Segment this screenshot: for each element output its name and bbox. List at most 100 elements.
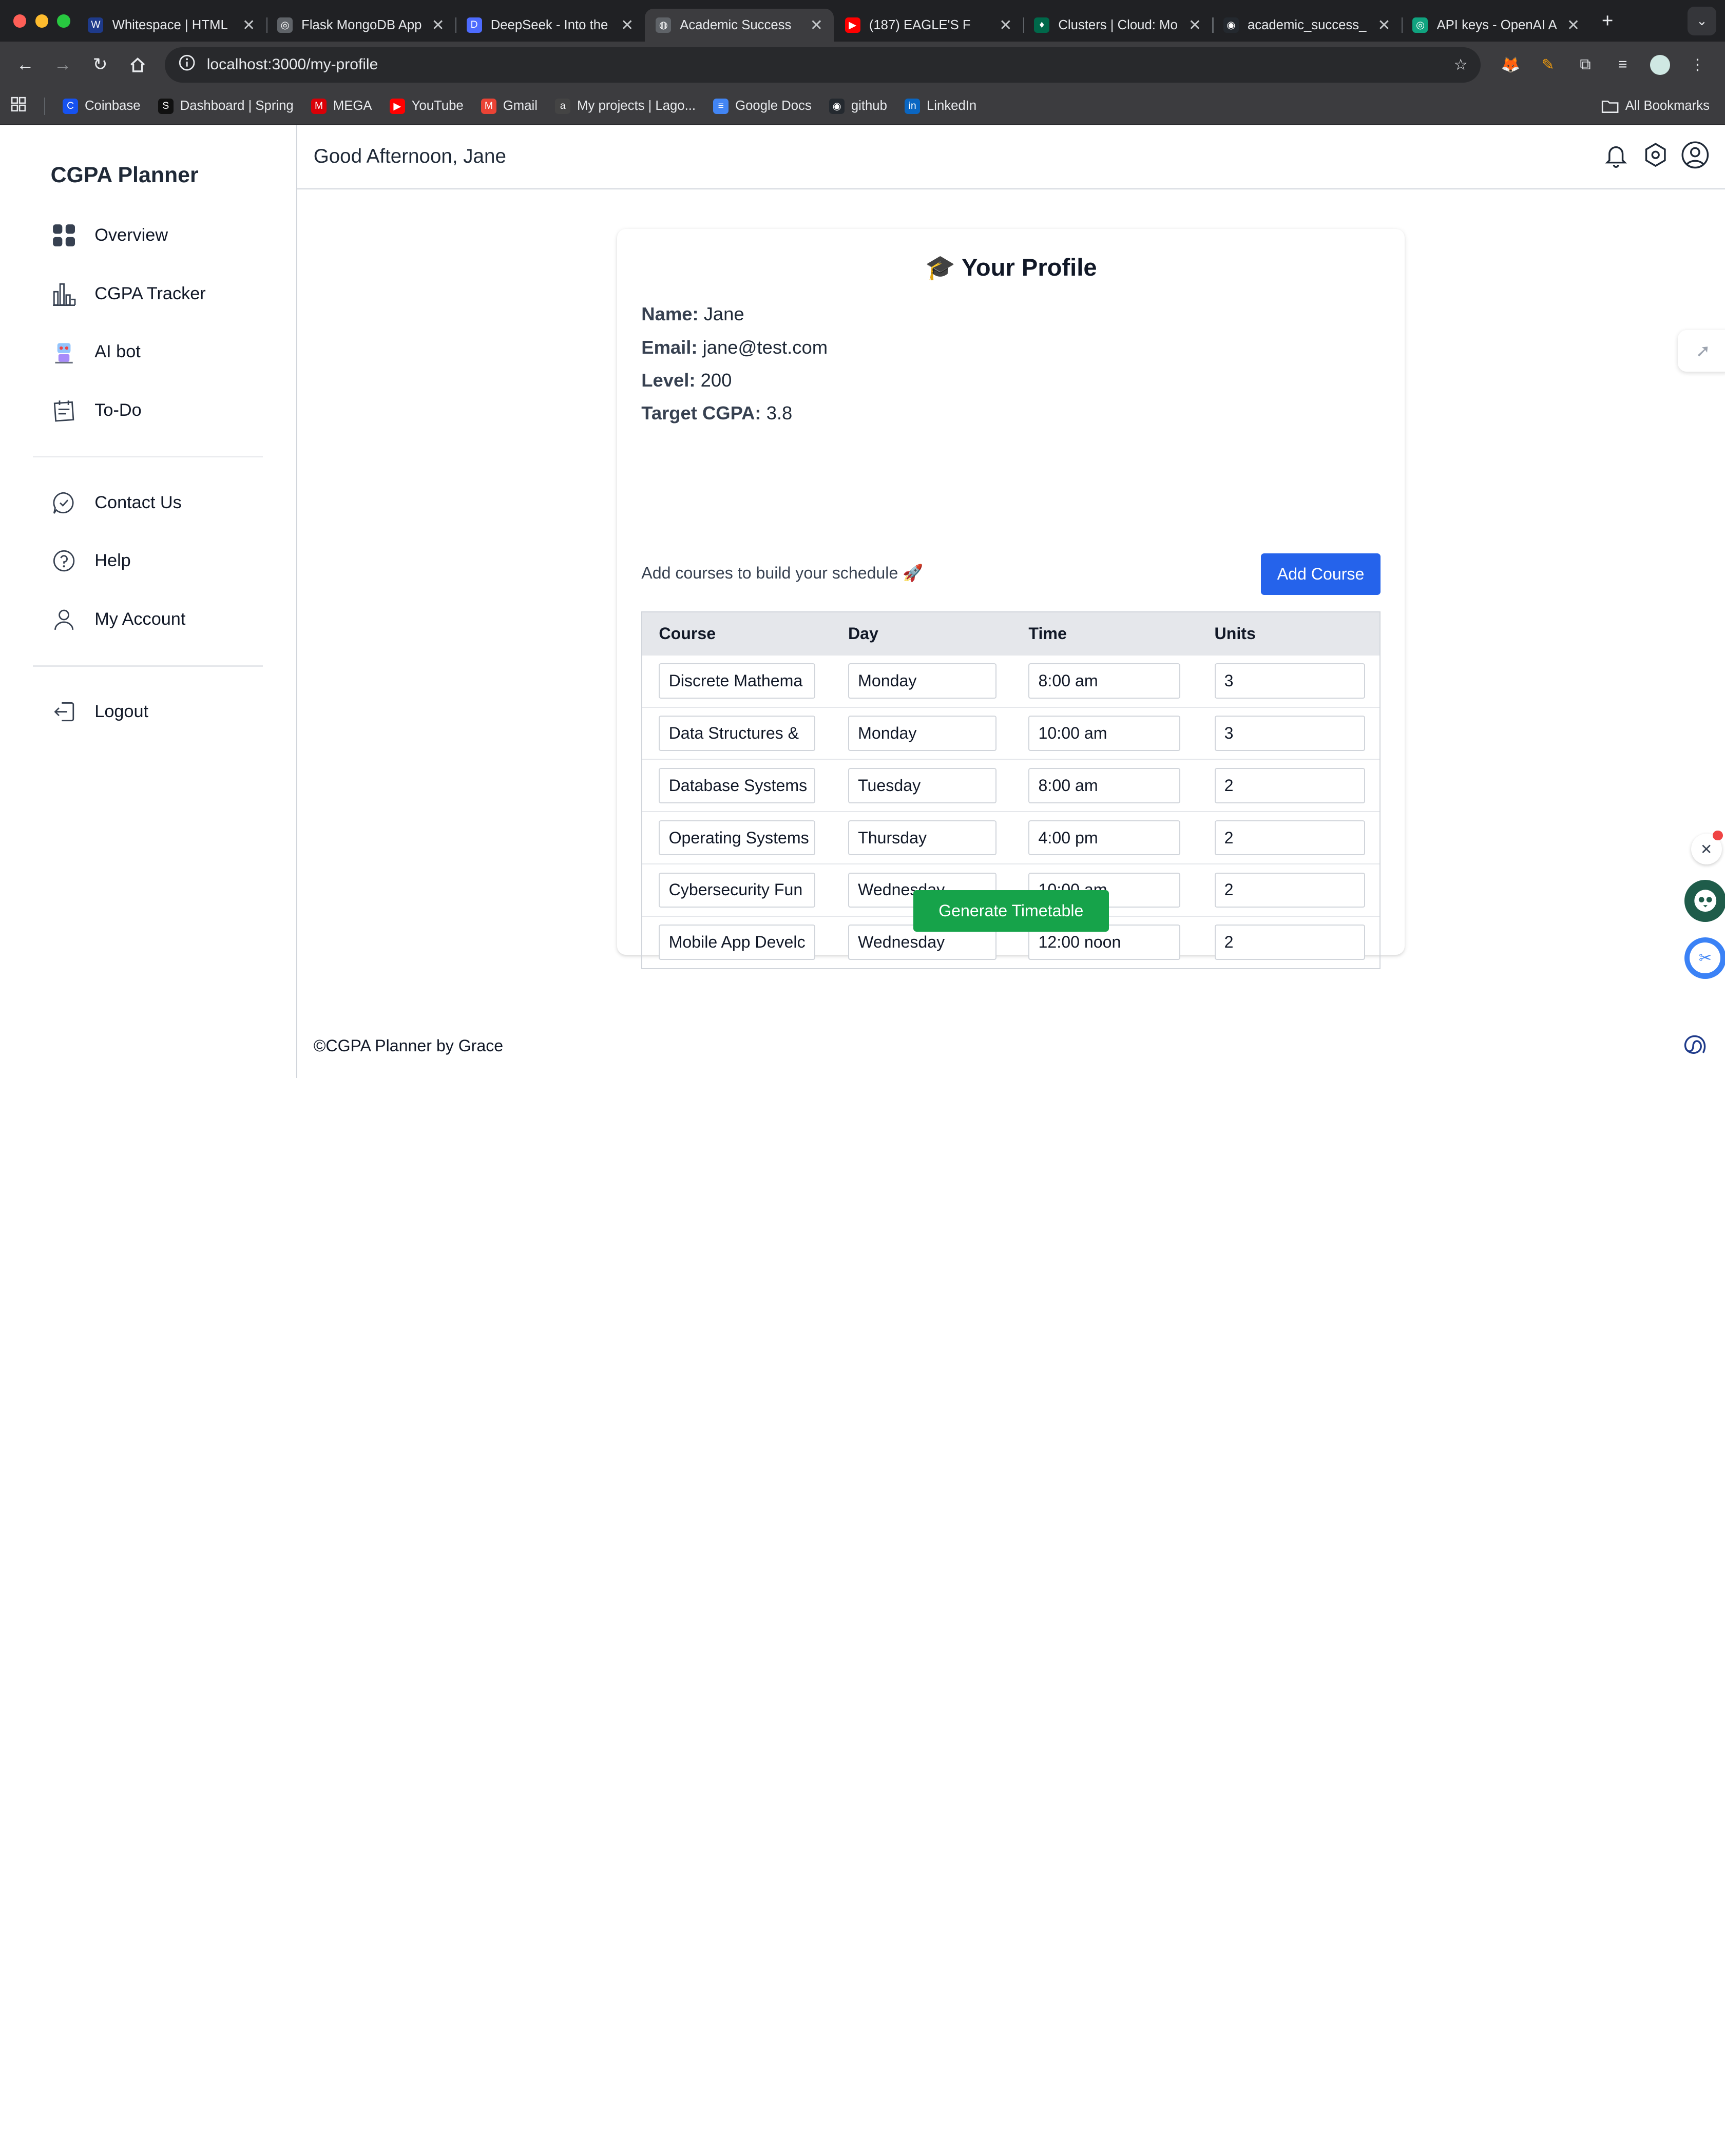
sidebar-item-to-do[interactable]: To-Do xyxy=(51,397,142,424)
units-input[interactable]: 2 xyxy=(1214,768,1366,803)
day-input[interactable]: Thursday xyxy=(848,820,997,856)
spiral-icon xyxy=(1684,1035,1706,1054)
all-bookmarks-label: All Bookmarks xyxy=(1625,99,1710,113)
tab-close-icon[interactable]: ✕ xyxy=(621,16,634,34)
metamask-extension-icon[interactable]: 🦊 xyxy=(1499,53,1523,77)
sidebar-item-cgpa-tracker[interactable]: CGPA Tracker xyxy=(51,280,206,306)
owl-icon xyxy=(1694,890,1716,912)
table-cell: 2 xyxy=(1196,925,1379,960)
maximize-window-button[interactable] xyxy=(57,14,71,28)
time-input[interactable]: 8:00 am xyxy=(1028,663,1181,699)
bookmark-item[interactable]: M MEGA xyxy=(311,98,372,114)
settings-icon[interactable] xyxy=(1641,141,1670,169)
browser-tab[interactable]: ▶ (187) EAGLE'S F ✕ xyxy=(834,9,1023,42)
profile-icon[interactable] xyxy=(1681,141,1710,169)
spiral-widget-button[interactable] xyxy=(1677,1030,1710,1063)
browser-tab[interactable]: W Whitespace | HTML ✕ xyxy=(77,9,266,42)
bookmark-label: YouTube xyxy=(411,99,464,113)
greeting-text: Good Afternoon, Jane xyxy=(313,145,506,168)
tab-close-icon[interactable]: ✕ xyxy=(810,16,823,34)
sidebar-item-contact-us[interactable]: Contact Us xyxy=(51,490,182,516)
units-input[interactable]: 2 xyxy=(1214,872,1366,908)
tab-close-icon[interactable]: ✕ xyxy=(242,16,255,34)
browser-tab[interactable]: ◎ API keys - OpenAI A ✕ xyxy=(1401,9,1591,42)
home-icon[interactable] xyxy=(121,48,154,81)
browser-tab[interactable]: D DeepSeek - Into the ✕ xyxy=(455,9,645,42)
browser-tab[interactable]: ◍ Academic Success ✕ xyxy=(644,9,834,42)
back-icon[interactable]: ← xyxy=(9,48,42,81)
bookmark-list: C Coinbase S Dashboard | Spring M MEGA ▶ YouTub… xyxy=(63,98,976,114)
course-input[interactable]: Data Structures & xyxy=(659,716,815,751)
tab-close-icon[interactable]: ✕ xyxy=(432,16,445,34)
profile-avatar-icon[interactable] xyxy=(1648,53,1672,77)
new-tab-button[interactable]: + xyxy=(1602,10,1614,32)
course-input[interactable]: Discrete Mathema xyxy=(659,663,815,699)
reading-list-icon[interactable]: ≡ xyxy=(1611,53,1635,77)
browser-tab[interactable]: ◉ academic_success_ ✕ xyxy=(1212,9,1402,42)
time-input[interactable]: 4:00 pm xyxy=(1028,820,1181,856)
site-info-icon[interactable] xyxy=(178,54,196,75)
bookmark-label: Dashboard | Spring xyxy=(180,99,294,113)
sidebar-item-my-account[interactable]: My Account xyxy=(51,606,186,632)
units-input[interactable]: 3 xyxy=(1214,663,1366,699)
share-widget-button[interactable]: ✕ xyxy=(1691,830,1723,865)
reload-icon[interactable]: ↻ xyxy=(84,48,117,81)
close-window-button[interactable] xyxy=(13,14,27,28)
bookmark-item[interactable]: S Dashboard | Spring xyxy=(158,98,294,114)
time-input[interactable]: 8:00 am xyxy=(1028,768,1181,803)
tab-close-icon[interactable]: ✕ xyxy=(999,16,1012,34)
sidebar-item-logout[interactable]: Logout xyxy=(51,699,148,725)
bar-chart-icon xyxy=(51,280,77,306)
apps-grid-icon[interactable] xyxy=(11,97,26,116)
day-input[interactable]: Tuesday xyxy=(848,768,997,803)
extensions-puzzle-icon[interactable]: ⧉ xyxy=(1573,53,1597,77)
tab-close-icon[interactable]: ✕ xyxy=(1567,16,1580,34)
sidebar-item-ai-bot[interactable]: AI bot xyxy=(51,339,141,365)
owl-widget-button[interactable] xyxy=(1684,880,1725,922)
pencil-extension-icon[interactable]: ✎ xyxy=(1536,53,1560,77)
tab-title: DeepSeek - Into the xyxy=(490,17,608,32)
sidebar-item-label: Contact Us xyxy=(94,492,182,512)
tab-search-button[interactable]: ⌄ xyxy=(1688,6,1716,35)
address-bar[interactable]: localhost:3000/my-profile ☆ xyxy=(165,47,1481,83)
tab-title: Clusters | Cloud: Mo xyxy=(1058,17,1178,32)
browser-tab[interactable]: ♦ Clusters | Cloud: Mo ✕ xyxy=(1023,9,1213,42)
rocket-widget-button[interactable]: ➚ xyxy=(1677,330,1725,372)
bookmark-item[interactable]: M Gmail xyxy=(481,98,538,114)
profile-title: 🎓 Your Profile xyxy=(925,253,1097,281)
bookmark-star-icon[interactable]: ☆ xyxy=(1454,56,1468,74)
bookmark-item[interactable]: ≡ Google Docs xyxy=(713,98,812,114)
tab-close-icon[interactable]: ✕ xyxy=(1189,16,1201,34)
window-controls xyxy=(0,14,77,28)
bell-icon[interactable] xyxy=(1602,141,1631,169)
course-input[interactable]: Mobile App Develc xyxy=(659,925,815,960)
units-input[interactable]: 3 xyxy=(1214,716,1366,751)
course-input[interactable]: Database Systems xyxy=(659,768,815,803)
bookmark-item[interactable]: ◉ github xyxy=(829,98,887,114)
tab-favicon-icon: W xyxy=(88,17,104,33)
generate-timetable-button[interactable]: Generate Timetable xyxy=(913,890,1109,932)
units-input[interactable]: 2 xyxy=(1214,925,1366,960)
time-input[interactable]: 10:00 am xyxy=(1028,716,1181,751)
day-input[interactable]: Monday xyxy=(848,663,997,699)
all-bookmarks-button[interactable]: All Bookmarks xyxy=(1601,99,1710,113)
bookmarks-separator xyxy=(44,97,45,115)
course-input[interactable]: Operating Systems xyxy=(659,820,815,856)
bookmark-item[interactable]: ▶ YouTube xyxy=(389,98,464,114)
units-input[interactable]: 2 xyxy=(1214,820,1366,856)
sidebar-item-label: My Account xyxy=(94,609,186,629)
bookmark-item[interactable]: a My projects | Lago... xyxy=(555,98,696,114)
tab-close-icon[interactable]: ✕ xyxy=(1377,16,1390,34)
browser-menu-icon[interactable]: ⋮ xyxy=(1685,53,1710,77)
add-course-button[interactable]: Add Course xyxy=(1260,553,1381,595)
browser-tab[interactable]: ◎ Flask MongoDB App ✕ xyxy=(266,9,456,42)
minimize-window-button[interactable] xyxy=(35,14,49,28)
sidebar-item-help[interactable]: Help xyxy=(51,548,131,574)
day-input[interactable]: Monday xyxy=(848,716,997,751)
forward-icon[interactable]: → xyxy=(46,48,79,81)
scissors-widget-button[interactable]: ✂ xyxy=(1684,937,1725,979)
bookmark-item[interactable]: in LinkedIn xyxy=(905,98,976,114)
sidebar-item-overview[interactable]: Overview xyxy=(51,222,168,248)
course-input[interactable]: Cybersecurity Fun xyxy=(659,872,815,908)
bookmark-item[interactable]: C Coinbase xyxy=(63,98,141,114)
